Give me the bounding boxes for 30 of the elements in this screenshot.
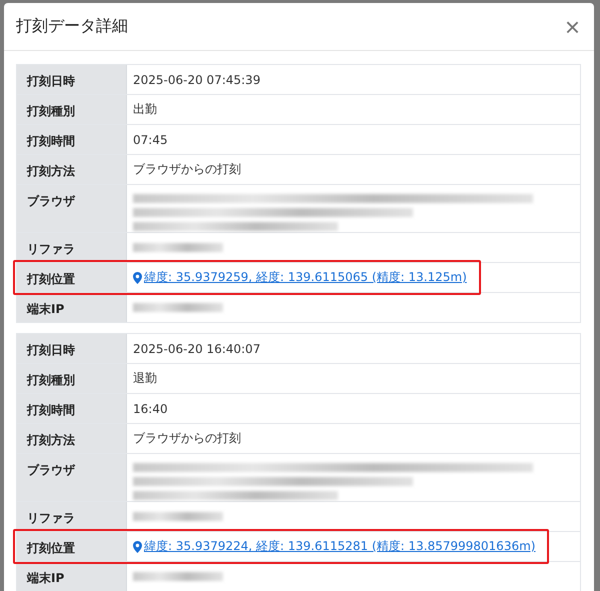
field-value: 出勤 (133, 101, 157, 118)
row-label: ブラウザ (17, 454, 127, 501)
row-label: 打刻位置 (17, 532, 127, 561)
row-label: 端末IP (17, 293, 127, 322)
field-value: 07:45 (133, 132, 168, 146)
field-value: 2025-06-20 07:45:39 (133, 72, 260, 86)
row-label: 打刻時間 (17, 394, 127, 423)
row-label: 打刻位置 (17, 263, 127, 292)
field-value: 16:40 (133, 402, 168, 416)
close-button[interactable]: × (560, 14, 584, 40)
row-label: リファラ (17, 502, 127, 531)
row-label: 打刻種別 (17, 95, 127, 124)
field-value: 2025-06-20 16:40:07 (133, 342, 260, 356)
row-label: 打刻日時 (17, 334, 127, 363)
field-value: ブラウザからの打刻 (133, 430, 241, 447)
row-label: リファラ (17, 233, 127, 262)
map-pin-icon (133, 540, 142, 552)
row-label: 打刻時間 (17, 125, 127, 154)
field-value: 退勤 (133, 370, 157, 387)
location-link[interactable]: 緯度: 35.9379259, 経度: 139.6115065 (精度: 13.125m) (144, 269, 467, 286)
row-label: 打刻種別 (17, 364, 127, 393)
field-value: ブラウザからの打刻 (133, 161, 241, 178)
row-label: 打刻方法 (17, 155, 127, 184)
map-pin-icon (133, 272, 142, 284)
dialog-title: 打刻データ詳細 (16, 16, 128, 37)
row-label: 端末IP (17, 562, 127, 591)
location-link[interactable]: 緯度: 35.9379224, 経度: 139.6115281 (精度: 13.857999801636m) (144, 538, 536, 555)
row-label: ブラウザ (17, 185, 127, 232)
row-label: 打刻日時 (17, 65, 127, 94)
row-label: 打刻方法 (17, 424, 127, 453)
